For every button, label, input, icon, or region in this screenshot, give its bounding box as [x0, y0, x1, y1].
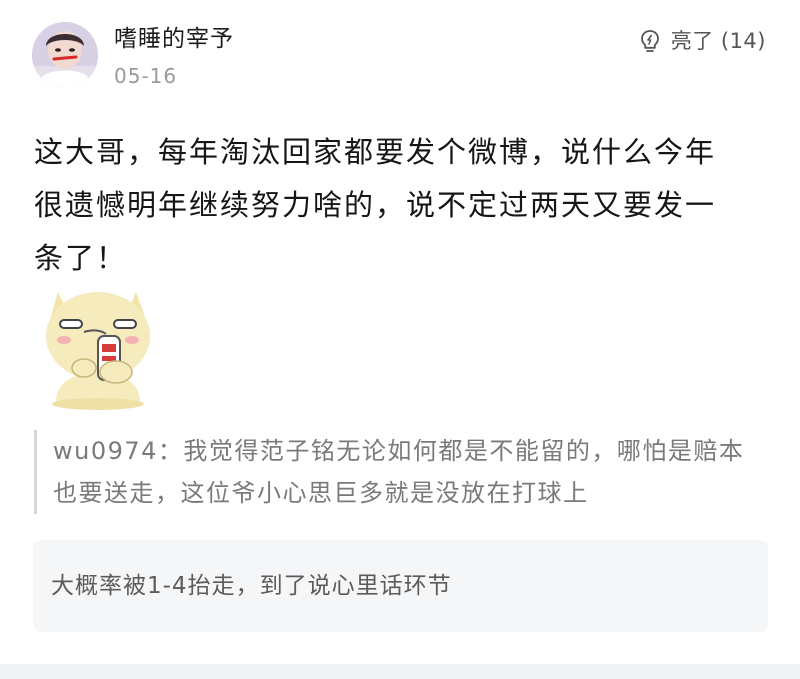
light-count: 亮了 (14)	[670, 29, 766, 53]
reply-box[interactable]: 大概率被1-4抬走，到了说心里话环节	[33, 540, 768, 632]
sticker-image	[36, 284, 160, 410]
quoted-comment: wu0974：我觉得范子铭无论如何都是不能留的，哪怕是赔本也要送走，这位爷小心思…	[34, 430, 763, 514]
username[interactable]: 嗜睡的宰予	[114, 22, 234, 56]
lightbulb-icon	[640, 30, 659, 52]
light-button[interactable]: 亮了 (14)	[637, 26, 766, 56]
user-avatar[interactable]	[32, 22, 98, 88]
reply-text: 大概率被1-4抬走，到了说心里话环节	[51, 573, 452, 599]
post-content: 这大哥，每年淘汰回家都要发个微博，说什么今年很遗憾明年继续努力啥的，说不定过两天…	[34, 135, 717, 275]
footer-divider	[0, 664, 800, 679]
quote-author[interactable]: wu0974：	[53, 437, 183, 465]
post-date: 05-16	[114, 64, 178, 88]
